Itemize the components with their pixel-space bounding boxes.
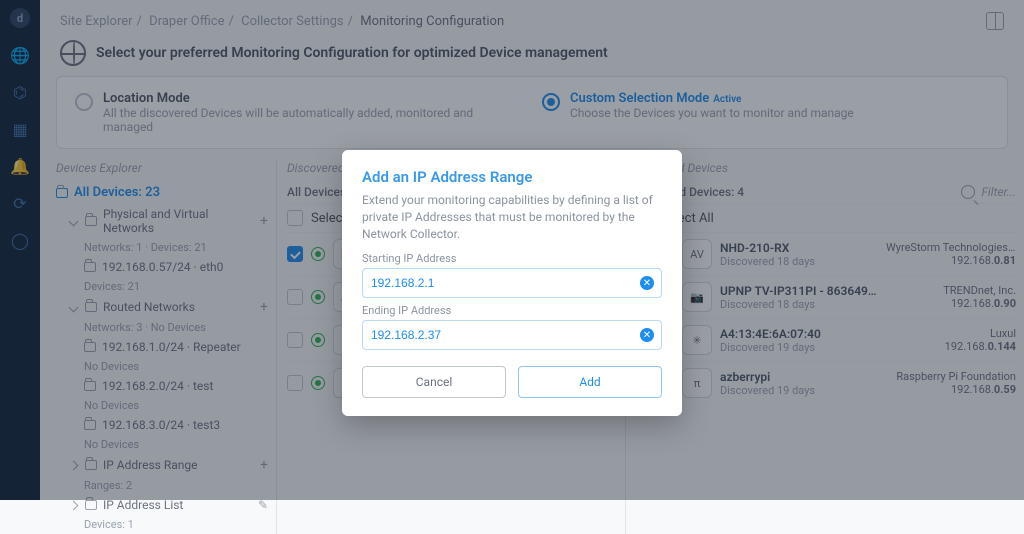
end-ip-label: Ending IP Address — [362, 304, 662, 317]
start-ip-input[interactable] — [362, 268, 662, 298]
add-ip-range-modal: Add an IP Address Range Extend your moni… — [342, 150, 682, 416]
folder-icon — [85, 500, 97, 510]
start-ip-label: Starting IP Address — [362, 252, 662, 265]
edit-icon[interactable]: ✎ — [258, 498, 268, 512]
add-button[interactable]: Add — [518, 366, 662, 398]
clear-icon[interactable]: ✕ — [640, 328, 654, 342]
modal-title: Add an IP Address Range — [362, 168, 662, 186]
clear-icon[interactable]: ✕ — [640, 276, 654, 290]
modal-description: Extend your monitoring capabilities by d… — [362, 192, 662, 242]
cancel-button[interactable]: Cancel — [362, 366, 506, 398]
modal-overlay: Add an IP Address Range Extend your moni… — [0, 0, 1024, 500]
end-ip-input[interactable] — [362, 320, 662, 350]
chevron-right-icon — [69, 500, 79, 510]
